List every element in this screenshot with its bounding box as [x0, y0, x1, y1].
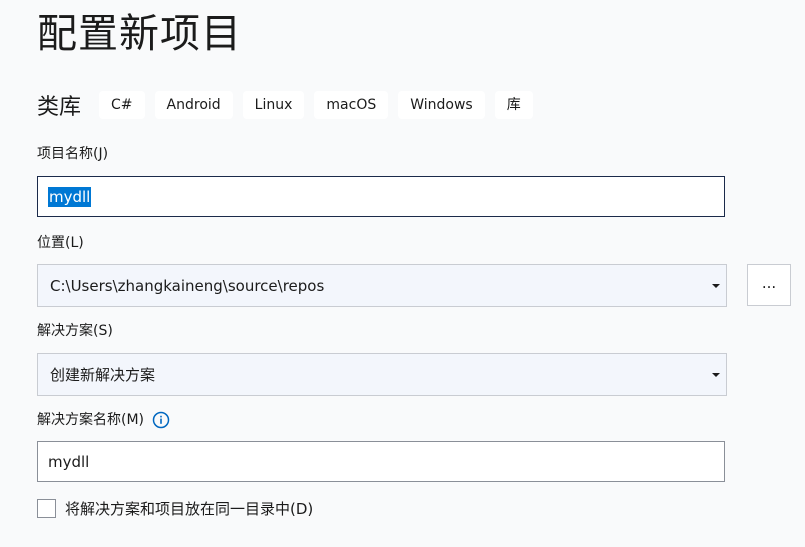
same-directory-checkbox[interactable]: [37, 499, 56, 518]
browse-button[interactable]: ...: [747, 264, 791, 306]
solution-name-input[interactable]: mydll: [37, 441, 725, 482]
location-label: 位置(L): [37, 235, 84, 251]
project-name-value: mydll: [48, 186, 92, 207]
template-name: 类库: [37, 95, 82, 120]
solution-value: 创建新解决方案: [50, 366, 156, 384]
tag-windows: Windows: [398, 91, 485, 119]
tag-macos: macOS: [314, 91, 389, 119]
solution-combobox[interactable]: 创建新解决方案: [37, 353, 727, 396]
tag-linux: Linux: [242, 91, 305, 119]
project-name-input[interactable]: mydll: [37, 176, 725, 217]
solution-name-label: 解决方案名称(M): [37, 412, 145, 428]
solution-name-value: mydll: [48, 452, 90, 471]
solution-label: 解决方案(S): [37, 323, 113, 339]
template-summary: 类库 C# Android Linux macOS Windows 库: [37, 88, 543, 122]
info-icon[interactable]: [152, 411, 170, 429]
solution-name-label-row: 解决方案名称(M): [37, 410, 170, 430]
configure-project-page: 配置新项目 类库 C# Android Linux macOS Windows …: [0, 0, 805, 547]
chevron-down-icon[interactable]: [712, 372, 720, 377]
tag-language: C#: [99, 91, 145, 119]
tag-android: Android: [154, 91, 233, 119]
chevron-down-icon[interactable]: [712, 283, 720, 288]
location-combobox[interactable]: C:\Users\zhangkaineng\source\repos: [37, 264, 727, 307]
tag-library: 库: [494, 91, 533, 119]
location-value: C:\Users\zhangkaineng\source\repos: [50, 276, 325, 295]
same-directory-label[interactable]: 将解决方案和项目放在同一目录中(D): [65, 498, 313, 519]
page-title: 配置新项目: [37, 11, 242, 57]
project-name-label: 项目名称(J): [37, 146, 109, 162]
same-directory-option[interactable]: 将解决方案和项目放在同一目录中(D): [37, 498, 313, 519]
